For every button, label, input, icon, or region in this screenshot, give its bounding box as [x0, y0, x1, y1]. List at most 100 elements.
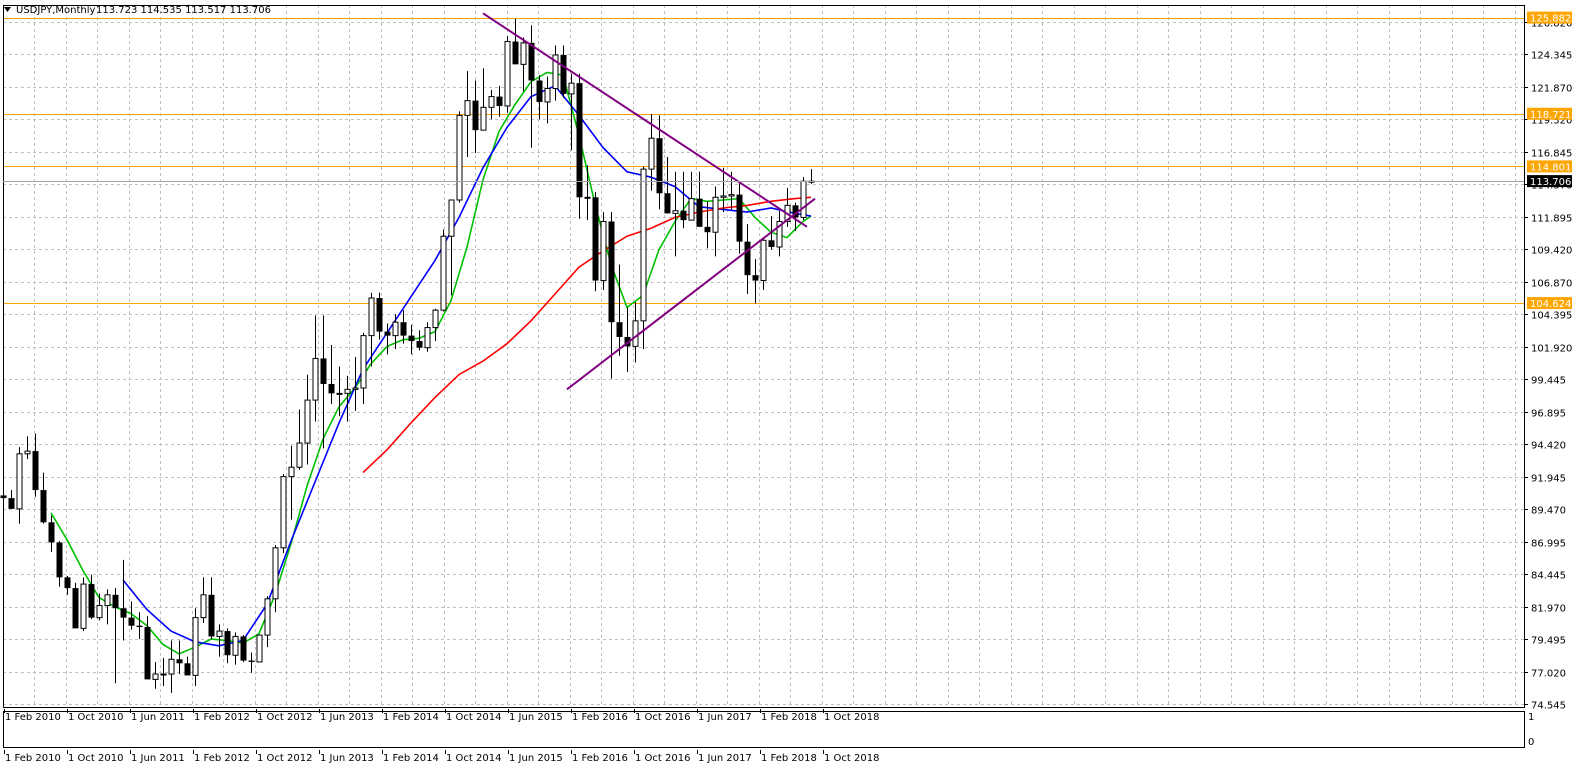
- x-tick-label: 1 Oct 2014: [446, 753, 501, 764]
- x-tick-label: 1 Feb 2010: [5, 753, 61, 764]
- x-tick-label: 1 Jun 2017: [698, 712, 752, 723]
- candle-body-bull: [232, 635, 239, 656]
- candle-body-bear: [408, 335, 415, 341]
- x-tick-label: 1 Oct 2018: [824, 753, 879, 764]
- candle-body-bull: [632, 320, 639, 347]
- level-price-label: 125.882: [1530, 14, 1571, 25]
- y-tick-label: 111.895: [1531, 214, 1572, 225]
- y-tick-label: 91.945: [1531, 474, 1566, 485]
- x-tick-label: 1 Oct 2012: [257, 753, 312, 764]
- candle-body-bear: [656, 138, 663, 194]
- candle-body-bull: [520, 42, 527, 65]
- x-tick-label: 1 Oct 2010: [68, 712, 123, 723]
- candle: [256, 634, 263, 663]
- x-tick-label: 1 Feb 2012: [194, 753, 250, 764]
- candle-body-bull: [360, 335, 367, 389]
- candle-body-bull: [352, 387, 359, 390]
- candle-body-bull: [440, 235, 447, 311]
- candle-body-bear: [184, 663, 191, 676]
- candle-body-bear: [320, 358, 327, 384]
- y-tick-label: 99.445: [1531, 376, 1566, 387]
- plot-background: [0, 0, 1596, 783]
- candle-body-bear: [32, 451, 39, 491]
- y-tick-label: 106.870: [1531, 279, 1572, 290]
- y-tick-label: 74.545: [1531, 701, 1566, 712]
- candle-body-bull: [488, 96, 495, 108]
- candle: [600, 212, 607, 290]
- y-tick-label: 96.895: [1531, 409, 1566, 420]
- candle-body-bear: [704, 226, 711, 233]
- candle-body-bull: [712, 196, 719, 233]
- y-tick-label: 86.995: [1531, 539, 1566, 550]
- candle-body-bear: [736, 194, 743, 242]
- candle-body-bear: [176, 659, 183, 664]
- candle-body-bear: [416, 340, 423, 348]
- x-tick-label: 1 Feb 2010: [5, 712, 61, 723]
- level-price-label: 114.801: [1530, 162, 1571, 173]
- candle-body-bull: [104, 594, 111, 607]
- subwindow-max-label: 1: [1528, 712, 1534, 723]
- candle-body-bull: [344, 388, 351, 394]
- candle-body-bear: [208, 594, 215, 637]
- usdjpy-monthly-chart[interactable]: 126.820124.345121.870119.320116.845114.3…: [0, 0, 1596, 783]
- candle-body-bear: [376, 298, 383, 332]
- x-tick-label: 1 Oct 2012: [257, 712, 312, 723]
- candle-body-bull: [728, 194, 735, 197]
- y-tick-label: 124.345: [1531, 51, 1572, 62]
- candle: [72, 582, 79, 629]
- x-tick-label: 1 Feb 2012: [194, 712, 250, 723]
- candle-body-bear: [56, 542, 63, 578]
- candle-body-bear: [72, 588, 79, 629]
- candle-body-bull: [80, 583, 87, 629]
- x-tick-label: 1 Jun 2017: [698, 753, 752, 764]
- candle-body-bull: [96, 605, 103, 619]
- y-tick-label: 81.970: [1531, 604, 1566, 615]
- candle-body-bear: [608, 221, 615, 323]
- candle-body-bull: [16, 453, 23, 510]
- candle: [80, 577, 87, 632]
- candle-body-bear: [328, 383, 335, 394]
- x-tick-label: 1 Oct 2016: [635, 712, 690, 723]
- candle-body-bull: [280, 476, 287, 549]
- x-tick-label: 1 Jun 2015: [509, 753, 563, 764]
- y-tick-label: 79.495: [1531, 636, 1566, 647]
- candle-body-bull: [264, 598, 271, 636]
- symbol-label: USDJPY,Monthly: [16, 5, 96, 16]
- candle-body-bull: [168, 658, 175, 675]
- candle-body-bear: [512, 41, 519, 65]
- candle: [192, 608, 199, 687]
- candle-body-bull: [648, 137, 655, 170]
- candle-body-bull: [600, 220, 607, 282]
- candle-body-bear: [8, 498, 15, 509]
- y-tick-label: 104.395: [1531, 311, 1572, 322]
- y-tick-label: 89.470: [1531, 506, 1566, 517]
- candle-body-bull: [504, 41, 511, 107]
- y-tick-label: 109.420: [1531, 246, 1572, 257]
- candle-body-bull: [216, 630, 223, 637]
- candle-body-bear: [400, 322, 407, 336]
- candle-body-bear: [88, 584, 95, 618]
- candle-body-bull: [480, 106, 487, 131]
- candle-body-bull: [392, 321, 399, 337]
- candle: [440, 229, 447, 312]
- level-price-label: 118.721: [1530, 110, 1571, 121]
- candle-body-bear: [240, 636, 247, 661]
- candle-body-bull: [640, 168, 647, 322]
- candle-body-bear: [560, 54, 567, 94]
- x-tick-label: 1 Oct 2016: [635, 753, 690, 764]
- level-price-label: 104.624: [1530, 299, 1571, 310]
- candle-body-bear: [144, 627, 151, 680]
- y-tick-label: 84.445: [1531, 571, 1566, 582]
- candle-body-bull: [256, 634, 263, 663]
- candle-body-bear: [576, 83, 583, 198]
- candle-body-bear: [120, 608, 127, 618]
- candle: [800, 177, 807, 221]
- ohlc-values: 113.723 114.535 113.517 113.706: [96, 5, 271, 16]
- x-tick-label: 1 Oct 2014: [446, 712, 501, 723]
- x-tick-label: 1 Jun 2013: [320, 712, 374, 723]
- candle-body-bull: [800, 180, 807, 218]
- y-tick-label: 121.870: [1531, 84, 1572, 95]
- candle-body-bear: [768, 240, 775, 247]
- candle-body-bear: [128, 617, 135, 626]
- candle: [280, 473, 287, 554]
